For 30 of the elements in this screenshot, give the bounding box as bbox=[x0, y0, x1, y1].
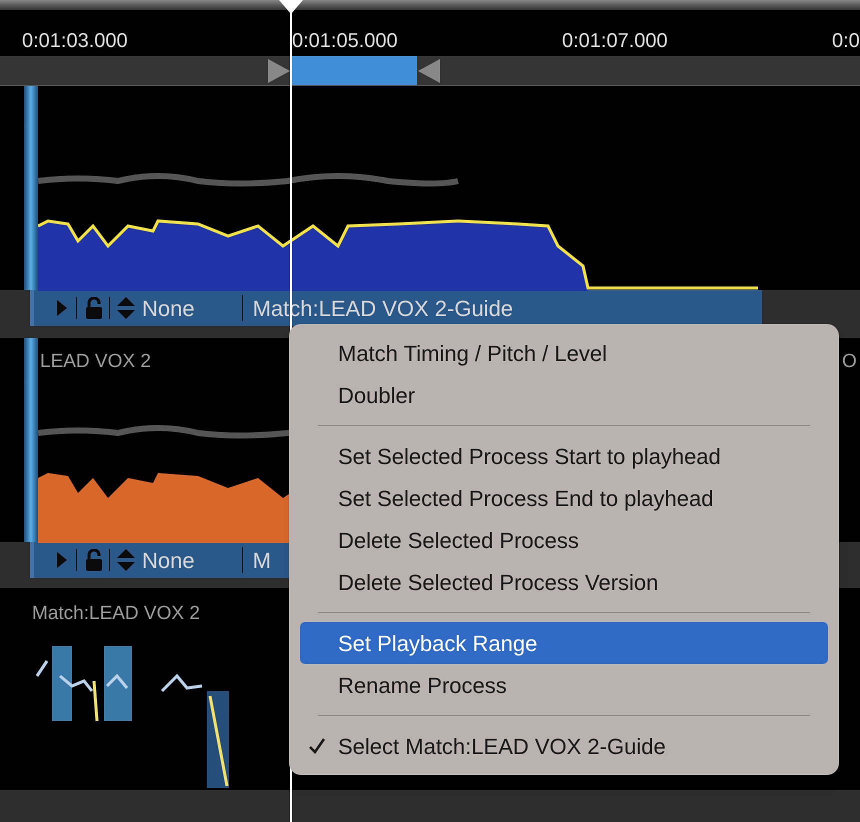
lock-icon[interactable] bbox=[85, 297, 103, 319]
play-icon[interactable] bbox=[56, 551, 68, 569]
playhead-icon[interactable] bbox=[279, 0, 303, 14]
menu-item[interactable]: Doubler bbox=[300, 374, 828, 416]
menu-item[interactable]: Rename Process bbox=[300, 664, 828, 706]
menu-item[interactable]: Select Match:LEAD VOX 2-Guide bbox=[300, 725, 828, 767]
track-label: Match:LEAD VOX 2 bbox=[32, 602, 200, 626]
preset-label[interactable]: None bbox=[142, 292, 195, 324]
time-label: 0:01:03.000 bbox=[22, 29, 129, 54]
track-label: O bbox=[842, 350, 857, 374]
up-down-arrows-icon[interactable] bbox=[116, 296, 136, 320]
process-name: M bbox=[252, 546, 271, 574]
checkmark-icon bbox=[308, 737, 326, 755]
menu-item[interactable]: Match Timing / Pitch / Level bbox=[300, 332, 828, 374]
track-label: LEAD VOX 2 bbox=[40, 350, 151, 374]
up-down-arrows-icon[interactable] bbox=[116, 548, 136, 572]
preset-label[interactable]: None bbox=[142, 544, 195, 576]
lock-icon[interactable] bbox=[85, 549, 103, 571]
time-label: 0:0 bbox=[832, 29, 860, 54]
range-end-icon[interactable] bbox=[418, 59, 440, 83]
menu-item[interactable]: Set Playback Range bbox=[300, 622, 828, 664]
clip-edge-marker[interactable] bbox=[24, 86, 38, 290]
time-label: 0:01:07.000 bbox=[562, 29, 669, 54]
menu-item[interactable]: Set Selected Process End to playhead bbox=[300, 477, 828, 519]
time-label: 0:01:05.000 bbox=[292, 29, 399, 54]
play-icon[interactable] bbox=[56, 299, 68, 317]
clip-edge-marker[interactable] bbox=[24, 338, 38, 542]
menu-item[interactable]: Set Selected Process Start to playhead bbox=[300, 435, 828, 477]
menu-item[interactable]: Delete Selected Process Version bbox=[300, 561, 828, 603]
menu-item[interactable]: Delete Selected Process bbox=[300, 519, 828, 561]
